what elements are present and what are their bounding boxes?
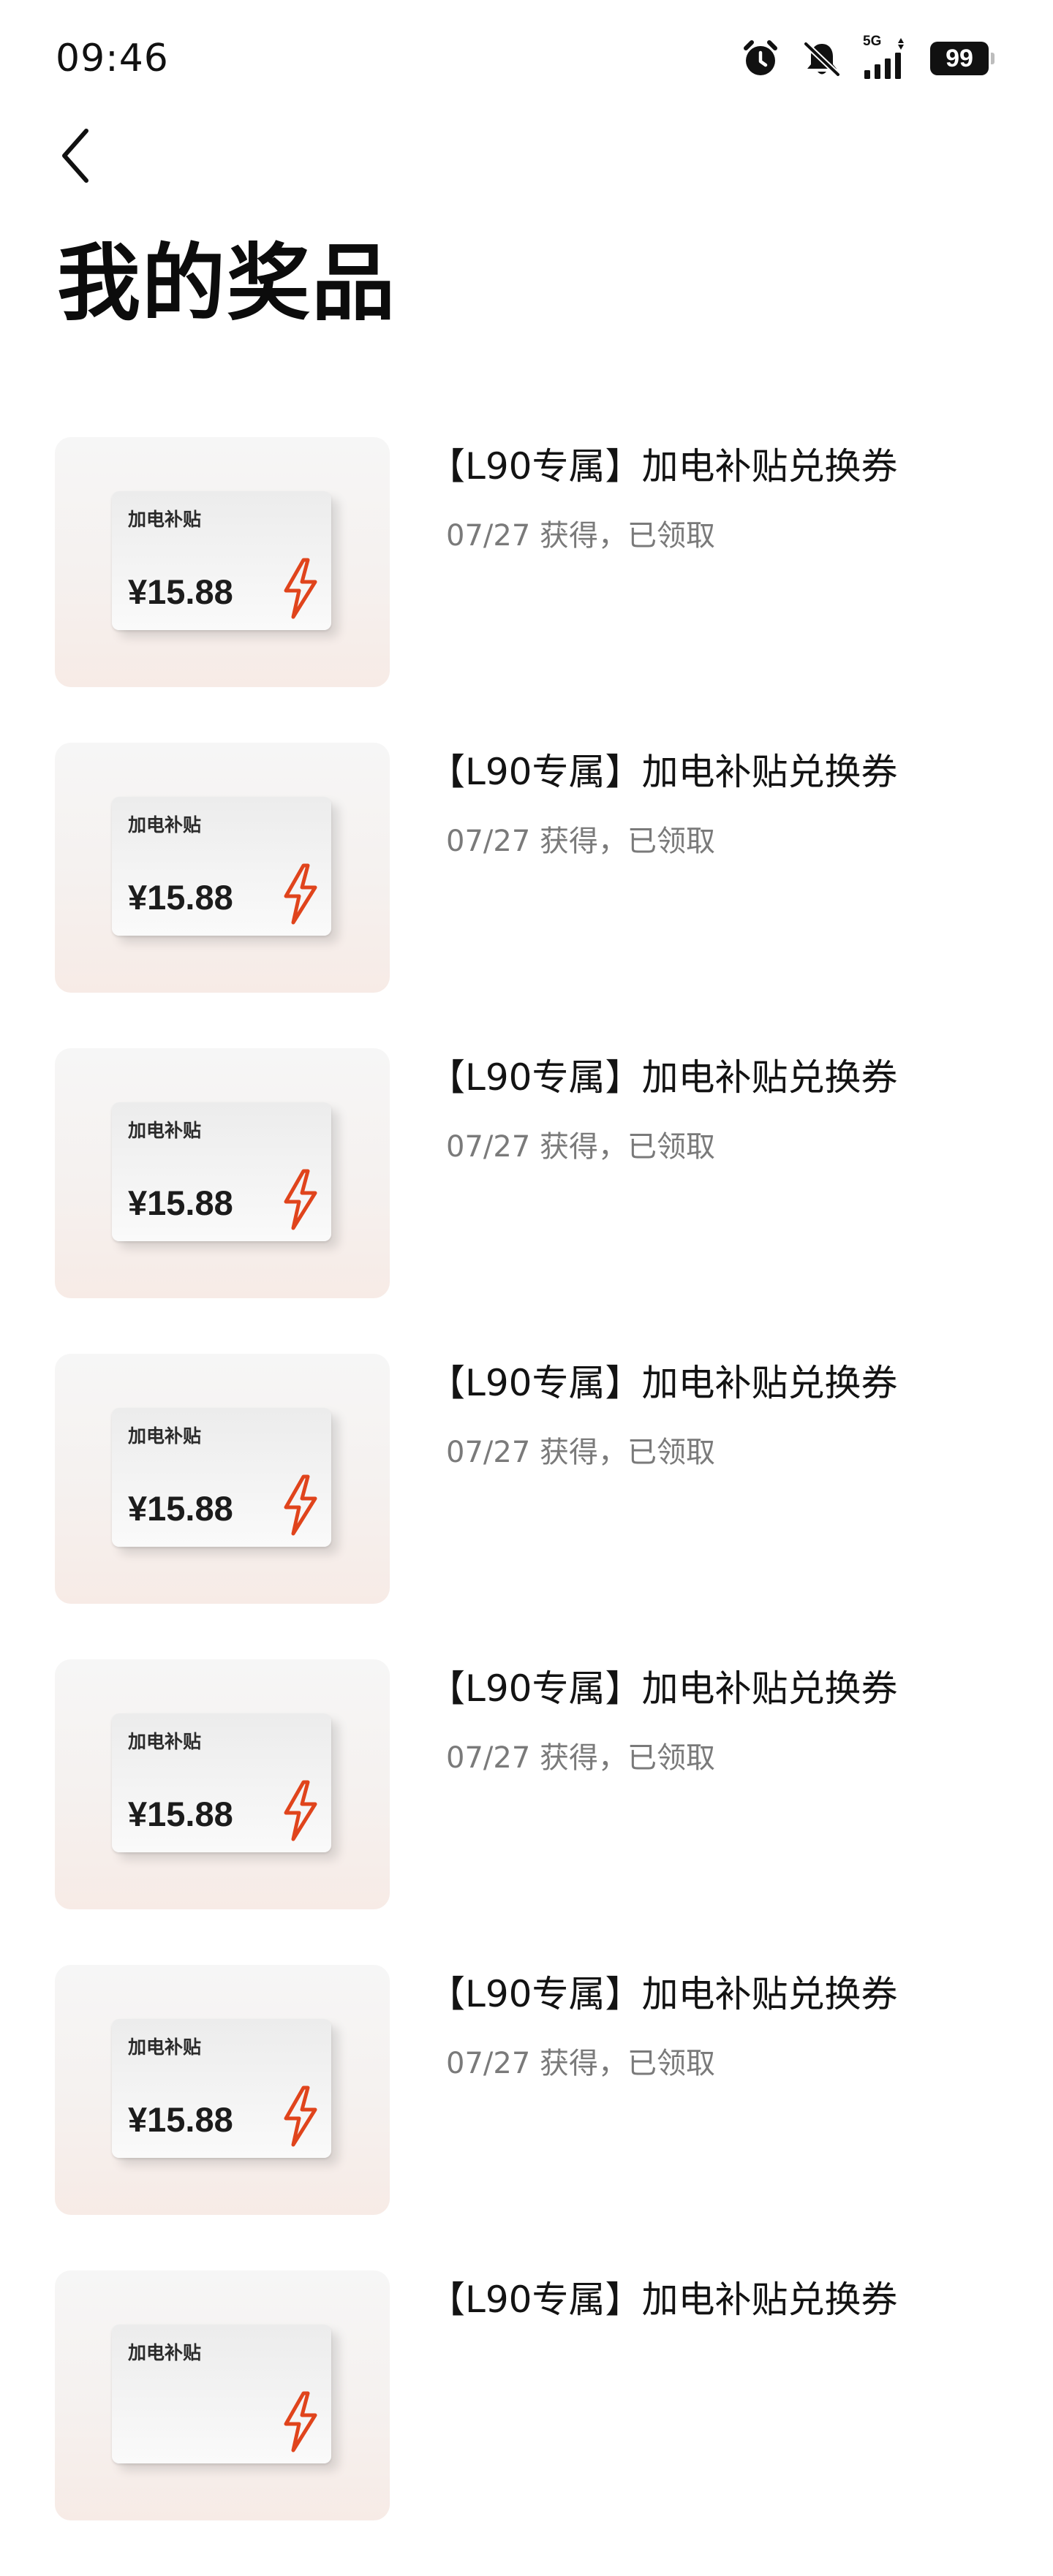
- mute-icon: [800, 38, 844, 79]
- prize-thumbnail: 加电补贴 ¥15.88: [55, 1048, 390, 1298]
- prize-status: 07/27 获得，已领取: [446, 1436, 715, 1469]
- prize-status: 07/27 获得，已领取: [446, 519, 715, 553]
- prize-item[interactable]: 加电补贴 ¥15.88 【L90专属】加电补贴兑换券 07/27 获得，已领取: [0, 1354, 1053, 1659]
- coupon-amount: ¥15.88: [128, 572, 233, 611]
- prize-thumbnail: 加电补贴 ¥15.88: [55, 437, 390, 687]
- status-icons: 5G 99: [740, 34, 994, 82]
- chevron-left-icon: [57, 126, 94, 188]
- coupon-card: 加电补贴 ¥15.88: [112, 2019, 331, 2158]
- coupon-amount: ¥15.88: [128, 2100, 233, 2139]
- lightning-icon: [284, 1169, 317, 1230]
- prize-thumbnail: 加电补贴: [55, 2270, 390, 2520]
- coupon-card: 加电补贴 ¥15.88: [112, 1102, 331, 1241]
- prize-list: 加电补贴 ¥15.88 【L90专属】加电补贴兑换券 07/27 获得，已领取 …: [0, 437, 1053, 2576]
- lightning-icon: [284, 2391, 317, 2452]
- lightning-icon: [284, 1474, 317, 1536]
- prize-thumbnail: 加电补贴 ¥15.88: [55, 1965, 390, 2215]
- status-bar: 09:46 5G 99: [0, 0, 1053, 110]
- back-button[interactable]: [57, 124, 116, 190]
- prize-item[interactable]: 加电补贴 【L90专属】加电补贴兑换券: [0, 2270, 1053, 2576]
- coupon-amount: ¥15.88: [128, 878, 233, 917]
- alarm-icon: [740, 38, 781, 79]
- lightning-icon: [284, 1780, 317, 1841]
- prize-status: 07/27 获得，已领取: [446, 825, 715, 858]
- coupon-card: 加电补贴: [112, 2325, 331, 2463]
- lightning-icon: [284, 558, 317, 619]
- prize-status: 07/27 获得，已领取: [446, 1741, 715, 1775]
- prize-title: 【L90专属】加电补贴兑换券: [429, 2278, 898, 2321]
- battery-tip: [991, 53, 994, 64]
- prize-thumbnail: 加电补贴 ¥15.88: [55, 1659, 390, 1909]
- coupon-label: 加电补贴: [128, 814, 202, 836]
- prize-status: 07/27 获得，已领取: [446, 2047, 715, 2080]
- prize-thumbnail: 加电补贴 ¥15.88: [55, 743, 390, 993]
- prize-item[interactable]: 加电补贴 ¥15.88 【L90专属】加电补贴兑换券 07/27 获得，已领取: [0, 743, 1053, 1048]
- lightning-icon: [284, 2086, 317, 2147]
- prize-item[interactable]: 加电补贴 ¥15.88 【L90专属】加电补贴兑换券 07/27 获得，已领取: [0, 437, 1053, 743]
- prize-title: 【L90专属】加电补贴兑换券: [429, 751, 898, 793]
- coupon-label: 加电补贴: [128, 1731, 202, 1752]
- prize-item[interactable]: 加电补贴 ¥15.88 【L90专属】加电补贴兑换券 07/27 获得，已领取: [0, 1659, 1053, 1965]
- prize-item[interactable]: 加电补贴 ¥15.88 【L90专属】加电补贴兑换券 07/27 获得，已领取: [0, 1048, 1053, 1354]
- prize-item[interactable]: 加电补贴 ¥15.88 【L90专属】加电补贴兑换券 07/27 获得，已领取: [0, 1965, 1053, 2270]
- coupon-card: 加电补贴 ¥15.88: [112, 1713, 331, 1852]
- page-title: 我的奖品: [57, 235, 397, 332]
- coupon-card: 加电补贴 ¥15.88: [112, 491, 331, 630]
- prize-thumbnail: 加电补贴 ¥15.88: [55, 1354, 390, 1604]
- prize-title: 【L90专属】加电补贴兑换券: [429, 1362, 898, 1404]
- status-time: 09:46: [56, 37, 169, 80]
- coupon-label: 加电补贴: [128, 509, 202, 530]
- coupon-label: 加电补贴: [128, 1425, 202, 1447]
- battery-level: 99: [930, 42, 989, 75]
- prize-title: 【L90专属】加电补贴兑换券: [429, 1667, 898, 1710]
- coupon-amount: ¥15.88: [128, 1183, 233, 1222]
- coupon-label: 加电补贴: [128, 2037, 202, 2058]
- coupon-label: 加电补贴: [128, 1120, 202, 1141]
- prize-status: 07/27 获得，已领取: [446, 1130, 715, 1164]
- prize-title: 【L90专属】加电补贴兑换券: [429, 1973, 898, 2015]
- coupon-label: 加电补贴: [128, 2342, 202, 2363]
- coupon-amount: ¥15.88: [128, 1795, 233, 1833]
- coupon-card: 加电补贴 ¥15.88: [112, 797, 331, 936]
- coupon-amount: ¥15.88: [128, 1489, 233, 1528]
- lightning-icon: [284, 863, 317, 925]
- prize-title: 【L90专属】加电补贴兑换券: [429, 445, 898, 488]
- coupon-card: 加电补贴 ¥15.88: [112, 1408, 331, 1547]
- signal-icon: 5G: [863, 34, 911, 80]
- prize-title: 【L90专属】加电补贴兑换券: [429, 1056, 898, 1099]
- battery-icon: 99: [930, 42, 994, 75]
